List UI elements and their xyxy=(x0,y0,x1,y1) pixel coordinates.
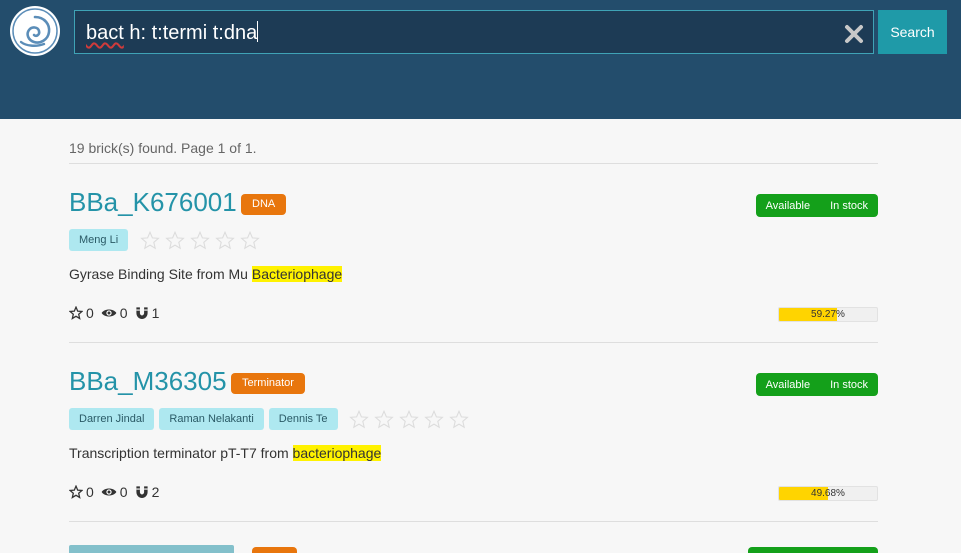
divider xyxy=(69,342,878,343)
search-query-rest: h: t:termi t:dna xyxy=(123,22,258,44)
results-summary: 19 brick(s) found. Page 1 of 1. xyxy=(69,140,257,156)
progress-bar: 59.27% xyxy=(778,307,878,322)
part-description: Gyrase Binding Site from Mu Bacteriophag… xyxy=(69,266,343,282)
star-icon[interactable] xyxy=(162,229,187,251)
clear-search-icon[interactable] xyxy=(843,23,865,45)
progress-bar: 49.68% xyxy=(778,486,878,501)
author-tag[interactable]: Meng Li xyxy=(69,229,129,251)
star-icon[interactable] xyxy=(347,408,372,430)
text-caret xyxy=(257,21,259,42)
stock-label: In stock xyxy=(830,378,868,391)
next-result-partial xyxy=(69,545,878,553)
status-badge: Available In stock xyxy=(755,194,878,217)
search-input[interactable]: bact h: t:termi t:dna xyxy=(86,21,259,45)
part-metrics: 0 0 2 xyxy=(69,484,166,500)
magnet-icon xyxy=(135,486,148,498)
uses-count[interactable]: 1 xyxy=(135,305,160,321)
divider xyxy=(69,163,878,164)
availability-label: Available xyxy=(765,378,811,391)
star-icon[interactable] xyxy=(372,408,397,430)
search-highlight: bacteriophage xyxy=(292,445,382,461)
star-icon[interactable] xyxy=(137,229,162,251)
favorites-count[interactable]: 0 xyxy=(69,484,94,500)
result-card: BBa_M36305 Terminator Available In stock… xyxy=(69,366,878,526)
eye-icon xyxy=(101,488,117,496)
search-query-misspelled: bact xyxy=(86,22,124,44)
search-box[interactable]: bact h: t:termi t:dna xyxy=(74,10,874,54)
watchers-count[interactable]: 0 xyxy=(101,484,128,500)
author-tag[interactable]: Darren Jindal xyxy=(69,408,155,430)
progress-label: 59.27% xyxy=(811,309,845,320)
star-icon[interactable] xyxy=(187,229,212,251)
part-metrics: 0 0 1 xyxy=(69,305,166,321)
favorites-value: 0 xyxy=(86,305,94,321)
watchers-value: 0 xyxy=(119,484,128,500)
availability-label: Available xyxy=(765,199,811,212)
type-badge-partial xyxy=(252,547,297,553)
watchers-count[interactable]: 0 xyxy=(101,305,128,321)
top-header: bact h: t:termi t:dna Search xyxy=(0,0,961,119)
rating-stars xyxy=(137,229,262,251)
description-text: Gyrase Binding Site from Mu xyxy=(69,266,252,282)
type-badge: DNA xyxy=(241,194,287,215)
favorites-count[interactable]: 0 xyxy=(69,305,94,321)
result-card: BBa_K676001 DNA Available In stock Meng … xyxy=(69,187,878,347)
author-tag[interactable]: Raman Nelakanti xyxy=(159,408,264,430)
uses-value: 2 xyxy=(151,484,160,500)
author-list: Darren Jindal Raman Nelakanti Dennis Te xyxy=(69,408,472,430)
favorites-value: 0 xyxy=(86,484,94,500)
divider xyxy=(69,521,878,522)
status-badge: Available In stock xyxy=(755,373,878,396)
author-tag[interactable]: Dennis Te xyxy=(268,408,338,430)
star-icon[interactable] xyxy=(237,229,262,251)
part-name-link-partial[interactable] xyxy=(69,545,234,553)
part-description: Transcription terminator pT-T7 from bact… xyxy=(69,445,382,461)
part-name-link[interactable]: BBa_K676001 xyxy=(69,187,237,217)
author-list: Meng Li xyxy=(69,229,262,251)
star-outline-icon xyxy=(69,485,83,499)
star-icon[interactable] xyxy=(447,408,472,430)
description-text: Transcription terminator pT-T7 from xyxy=(69,445,293,461)
uses-value: 1 xyxy=(151,305,160,321)
star-icon[interactable] xyxy=(212,229,237,251)
star-outline-icon xyxy=(69,306,83,320)
snail-logo-icon[interactable] xyxy=(10,6,60,56)
type-badge: Terminator xyxy=(231,373,305,394)
watchers-value: 0 xyxy=(119,305,128,321)
star-icon[interactable] xyxy=(397,408,422,430)
stock-label: In stock xyxy=(830,199,868,212)
uses-count[interactable]: 2 xyxy=(135,484,160,500)
part-name-link[interactable]: BBa_M36305 xyxy=(69,366,227,396)
rating-stars xyxy=(347,408,472,430)
eye-icon xyxy=(101,309,117,317)
magnet-icon xyxy=(135,307,148,319)
status-badge-partial xyxy=(748,547,878,553)
progress-label: 49.68% xyxy=(811,488,845,499)
search-button[interactable]: Search xyxy=(878,10,947,54)
star-icon[interactable] xyxy=(422,408,447,430)
search-highlight: Bacteriophage xyxy=(251,266,343,282)
